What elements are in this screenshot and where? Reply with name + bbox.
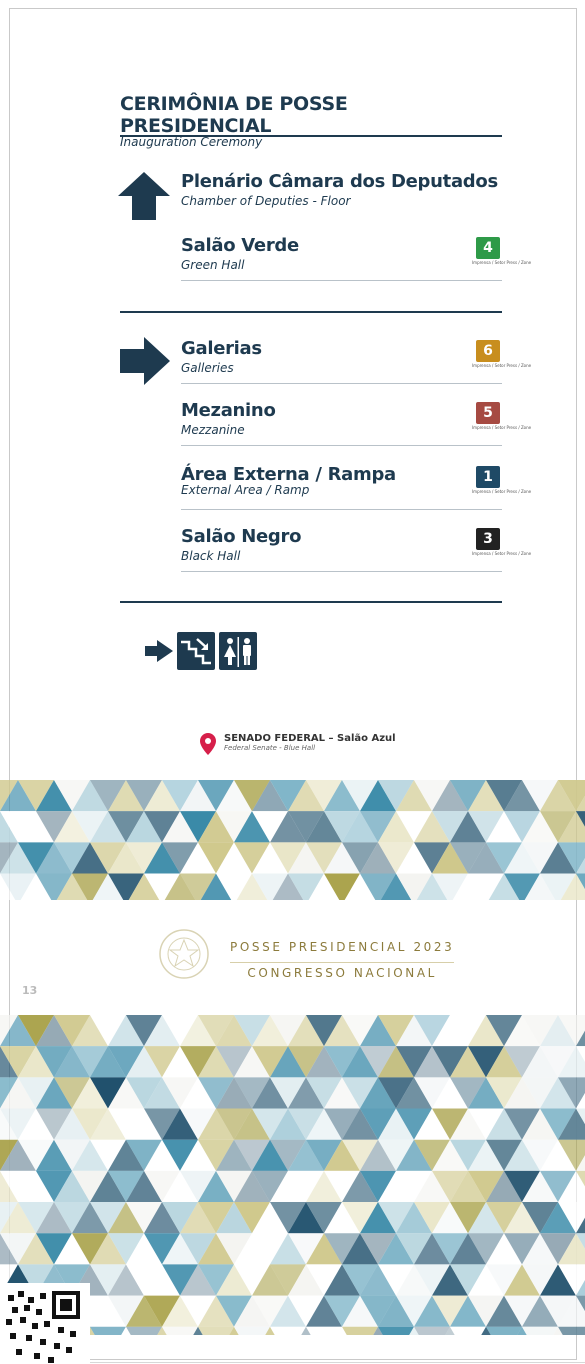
facilities-row xyxy=(145,632,257,670)
stairs-down-icon xyxy=(177,632,215,670)
zone-number: 6 xyxy=(476,340,500,362)
zone-badge: 4 Imprensa / Setor Press / Zone xyxy=(472,237,531,265)
list-item: Plenário Câmara dos Deputados Chamber of… xyxy=(181,171,502,217)
destination-name: Plenário Câmara dos Deputados xyxy=(181,171,498,192)
list-item: Salão Negro Black Hall 3 Imprensa / Seto… xyxy=(181,526,531,572)
header: CERIMÔNIA DE POSSE PRESIDENCIAL Inaugura… xyxy=(120,93,500,149)
divider xyxy=(120,135,502,137)
coat-of-arms-seal xyxy=(159,929,209,979)
destination-name: Área Externa / Rampa xyxy=(181,464,396,485)
restroom-icon xyxy=(219,632,257,670)
pattern-triangle xyxy=(522,1326,558,1335)
zone-badge: 3 Imprensa / Setor Press / Zone xyxy=(472,528,531,556)
decorative-pattern xyxy=(0,780,585,900)
destination-name: Salão Verde xyxy=(181,235,299,256)
map-pin-icon xyxy=(200,733,216,755)
pattern-triangle xyxy=(198,1326,234,1335)
pattern-triangle xyxy=(90,1326,126,1335)
destination-name-en: Mezzanine xyxy=(181,423,245,437)
zone-badge: 6 Imprensa / Setor Press / Zone xyxy=(472,340,531,368)
zone-number: 1 xyxy=(476,466,500,488)
list-item: Salão Verde Green Hall 4 Imprensa / Seto… xyxy=(181,235,531,281)
arrow-right-icon xyxy=(145,640,173,662)
zone-label: Imprensa / Setor Press / Zone xyxy=(472,551,532,556)
list-item: Mezanino Mezzanine 5 Imprensa / Setor Pr… xyxy=(181,400,531,446)
list-item: Área Externa / Rampa External Area / Ram… xyxy=(181,464,531,510)
destination-name: Mezanino xyxy=(181,400,276,421)
location-name-en: Federal Senate - Blue Hall xyxy=(224,744,316,752)
zone-number: 5 xyxy=(476,402,500,424)
pattern-triangle xyxy=(306,1326,342,1335)
location-name: SENADO FEDERAL – Salão Azul xyxy=(224,733,396,744)
footer-line-2: CONGRESSO NACIONAL xyxy=(230,962,455,980)
destination-name: Salão Negro xyxy=(181,526,302,547)
list-item: Galerias Galleries 6 Imprensa / Setor Pr… xyxy=(181,338,531,384)
pattern-triangle xyxy=(234,1326,270,1335)
pattern-triangle xyxy=(378,1326,414,1335)
row-divider xyxy=(181,445,502,446)
row-divider xyxy=(181,383,502,384)
row-divider xyxy=(181,509,502,510)
row-divider xyxy=(181,280,502,281)
destination-name-en: Black Hall xyxy=(181,549,241,563)
pattern-triangle xyxy=(270,1326,306,1335)
page-subtitle: Inauguration Ceremony xyxy=(120,135,263,149)
footer-line-1: POSSE PRESIDENCIAL 2023 xyxy=(230,940,455,954)
destination-name-en: Chamber of Deputies - Floor xyxy=(181,194,351,208)
pattern-triangle xyxy=(558,1326,585,1335)
divider xyxy=(120,311,502,313)
bottom-rule xyxy=(90,1362,585,1363)
zone-number: 4 xyxy=(476,237,500,259)
destination-name: Galerias xyxy=(181,338,262,359)
destination-name-en: Green Hall xyxy=(181,258,245,272)
zone-badge: 1 Imprensa / Setor Press / Zone xyxy=(472,466,531,494)
pattern-triangle xyxy=(342,1326,378,1335)
footer-brand: POSSE PRESIDENCIAL 2023 CONGRESSO NACION… xyxy=(230,940,455,980)
qr-code xyxy=(0,1283,90,1364)
pattern-triangle xyxy=(450,1326,486,1335)
pattern-triangle xyxy=(414,1326,450,1335)
destination-name-en: Galleries xyxy=(181,361,234,375)
row-divider xyxy=(181,571,502,572)
zone-label: Imprensa / Setor Press / Zone xyxy=(472,489,532,494)
zone-number: 3 xyxy=(476,528,500,550)
arrow-up-icon xyxy=(118,172,170,220)
page-number: 13 xyxy=(22,984,38,997)
destination-name-en: External Area / Ramp xyxy=(181,483,310,497)
arrow-right-icon xyxy=(120,337,170,385)
location-note: SENADO FEDERAL – Salão Azul Federal Sena… xyxy=(200,733,396,755)
pattern-triangle xyxy=(162,1326,198,1335)
page-title: CERIMÔNIA DE POSSE PRESIDENCIAL xyxy=(120,93,348,137)
divider xyxy=(120,601,502,603)
pattern-triangle xyxy=(126,1326,162,1335)
zone-label: Imprensa / Setor Press / Zone xyxy=(472,363,532,368)
pattern-triangle xyxy=(486,1326,522,1335)
zone-label: Imprensa / Setor Press / Zone xyxy=(472,260,532,265)
zone-label: Imprensa / Setor Press / Zone xyxy=(472,425,532,430)
zone-badge: 5 Imprensa / Setor Press / Zone xyxy=(472,402,531,430)
